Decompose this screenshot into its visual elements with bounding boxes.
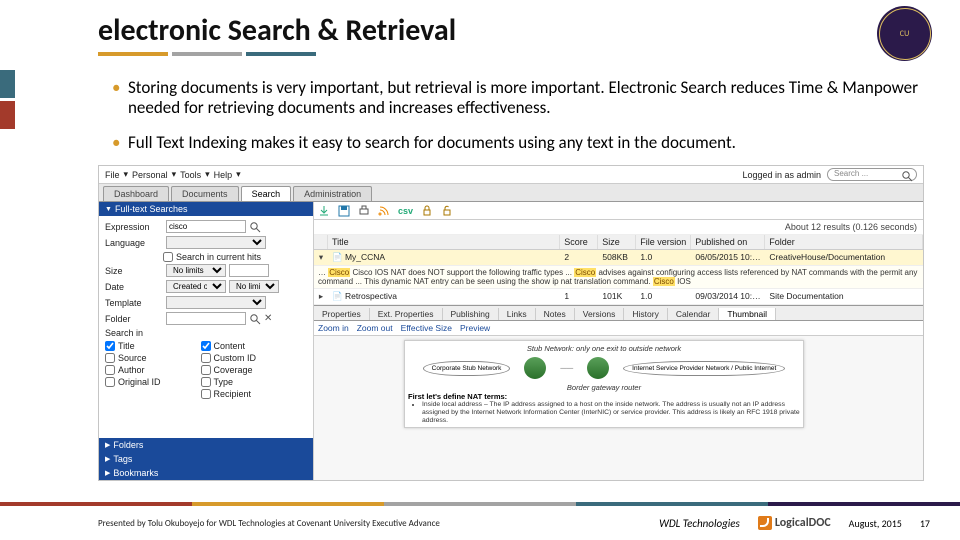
- detail-tabs: Properties Ext. Properties Publishing Li…: [314, 305, 923, 321]
- language-label: Language: [105, 238, 163, 248]
- menu-personal[interactable]: Personal: [132, 170, 168, 180]
- searchin-label: Search in: [105, 328, 163, 338]
- expand-icon[interactable]: ▸: [314, 289, 328, 304]
- university-logo: CU: [877, 6, 932, 61]
- tab-extprops[interactable]: Ext. Properties: [370, 308, 443, 320]
- col-pub[interactable]: Published on: [691, 235, 765, 249]
- wdl-logo: WDL WDL TechnologiesTechnologies: [659, 517, 740, 530]
- col-ver[interactable]: File version: [636, 235, 691, 249]
- tab-thumbnail[interactable]: Thumbnail: [719, 308, 776, 320]
- language-select[interactable]: [166, 236, 266, 249]
- chk-recipient[interactable]: [201, 389, 211, 399]
- download-icon[interactable]: [318, 205, 330, 217]
- chk-content[interactable]: [201, 341, 211, 351]
- tab-search[interactable]: Search: [241, 186, 292, 201]
- global-search-input[interactable]: Search ...: [827, 168, 917, 181]
- chk-source[interactable]: [105, 353, 115, 363]
- logged-in-label: Logged in as admin: [742, 170, 821, 180]
- tab-links[interactable]: Links: [499, 308, 536, 320]
- save-icon[interactable]: [338, 205, 350, 217]
- chevron-right-icon: ▶: [105, 455, 110, 463]
- print-icon[interactable]: [358, 205, 370, 217]
- bullet-2: Full Text Indexing makes it easy to sear…: [112, 133, 920, 153]
- menu-tools[interactable]: Tools: [180, 170, 201, 180]
- tab-history[interactable]: History: [624, 308, 667, 320]
- menubar: File▾ Personal▾ Tools▾ Help▾ Logged in a…: [99, 166, 923, 184]
- effective-size-link[interactable]: Effective Size: [401, 323, 452, 333]
- clear-icon[interactable]: ✕: [264, 313, 272, 324]
- tab-calendar[interactable]: Calendar: [668, 308, 720, 320]
- result-count: About 12 results (0.126 seconds): [314, 220, 923, 235]
- side-accent: [0, 70, 15, 129]
- rss-icon[interactable]: [378, 205, 390, 217]
- collapse-icon[interactable]: ▾: [314, 250, 328, 265]
- panel-folders-head[interactable]: ▶Folders: [99, 438, 313, 452]
- page-number: 17: [920, 517, 930, 530]
- document-thumbnail: Stub Network: only one exit to outside n…: [404, 340, 804, 428]
- router-icon: [524, 357, 546, 379]
- search-icon: [901, 170, 913, 182]
- footer-date: August, 2015: [849, 517, 902, 530]
- chk-originalid[interactable]: [105, 377, 115, 387]
- tab-documents[interactable]: Documents: [171, 186, 239, 201]
- col-title[interactable]: Title: [328, 235, 560, 249]
- menu-file[interactable]: File: [105, 170, 120, 180]
- col-folder[interactable]: Folder: [765, 235, 923, 249]
- expression-label: Expression: [105, 222, 163, 232]
- tab-dashboard[interactable]: Dashboard: [103, 186, 169, 201]
- result-toolbar: csv: [314, 202, 923, 220]
- chk-title[interactable]: [105, 341, 115, 351]
- tab-versions[interactable]: Versions: [575, 308, 625, 320]
- csv-icon[interactable]: csv: [398, 206, 413, 216]
- tab-notes[interactable]: Notes: [536, 308, 575, 320]
- size-label: Size: [105, 266, 163, 276]
- zoom-in-link[interactable]: Zoom in: [318, 323, 349, 333]
- title-underline: [98, 52, 338, 56]
- size-op-select[interactable]: No limits: [166, 264, 226, 277]
- chevron-right-icon: ▶: [105, 469, 110, 477]
- result-snippet: … Cisco Cisco IOS NAT does NOT support t…: [314, 266, 923, 289]
- col-size[interactable]: Size: [598, 235, 636, 249]
- thumbnail-toolbar: Zoom in Zoom out Effective Size Preview: [314, 321, 923, 336]
- search-current-checkbox[interactable]: [163, 252, 173, 262]
- panel-bookmarks-head[interactable]: ▶Bookmarks: [99, 466, 313, 480]
- tab-administration[interactable]: Administration: [293, 186, 372, 201]
- zoom-out-link[interactable]: Zoom out: [357, 323, 393, 333]
- logicaldoc-logo: LogicalDOC: [758, 516, 831, 530]
- chk-type[interactable]: [201, 377, 211, 387]
- panel-tags-head[interactable]: ▶Tags: [99, 452, 313, 466]
- chevron-right-icon: ▶: [105, 441, 110, 449]
- lock-icon[interactable]: [421, 205, 433, 217]
- folder-input[interactable]: [166, 312, 246, 325]
- chevron-down-icon: ▼: [105, 206, 112, 213]
- menu-help[interactable]: Help: [214, 170, 233, 180]
- footer-presented: Presented by Tolu Okuboyejo for WDL Tech…: [98, 518, 440, 529]
- tab-publishing[interactable]: Publishing: [443, 308, 499, 320]
- bullet-1: Storing documents is very important, but…: [112, 78, 920, 119]
- search-icon[interactable]: [249, 313, 261, 325]
- date-op-select[interactable]: No limits: [229, 280, 279, 293]
- chk-coverage[interactable]: [201, 365, 211, 375]
- search-icon[interactable]: [249, 221, 261, 233]
- slide-title: electronic Search & Retrieval: [98, 12, 456, 49]
- panel-fulltext-head[interactable]: ▼Full-text Searches: [99, 202, 313, 216]
- router-icon: [587, 357, 609, 379]
- date-label: Date: [105, 282, 163, 292]
- main-tabs: Dashboard Documents Search Administratio…: [99, 184, 923, 202]
- chk-customid[interactable]: [201, 353, 211, 363]
- preview-link[interactable]: Preview: [460, 323, 490, 333]
- table-row[interactable]: ▸ 📄 Retrospectiva 1 101K 1.0 09/03/2014 …: [314, 289, 923, 305]
- template-label: Template: [105, 298, 163, 308]
- tab-properties[interactable]: Properties: [314, 308, 370, 320]
- folder-label: Folder: [105, 314, 163, 324]
- size-value-input[interactable]: [229, 264, 269, 277]
- expression-input[interactable]: [166, 220, 246, 233]
- unlock-icon[interactable]: [441, 205, 453, 217]
- app-screenshot: File▾ Personal▾ Tools▾ Help▾ Logged in a…: [98, 165, 924, 481]
- chk-author[interactable]: [105, 365, 115, 375]
- col-score[interactable]: Score: [560, 235, 598, 249]
- date-field-select[interactable]: Created on: [166, 280, 226, 293]
- table-row[interactable]: ▾ 📄 My_CCNA 2 508KB 1.0 06/05/2015 10:06…: [314, 250, 923, 266]
- template-select[interactable]: [166, 296, 266, 309]
